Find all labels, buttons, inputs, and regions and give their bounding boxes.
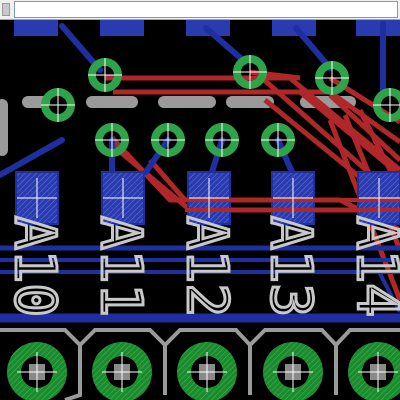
th-pad[interactable] — [348, 342, 400, 400]
pcb-layout-editor: A10 A11 A12 A13 A14 — [0, 0, 400, 400]
trace[interactable] — [0, 137, 65, 178]
toolbar-grip-handle[interactable] — [2, 3, 10, 16]
pad-label: A14 — [344, 216, 400, 317]
pad-label: A12 — [174, 216, 239, 317]
command-bar — [0, 0, 400, 20]
smd-pad[interactable] — [356, 20, 400, 36]
pad-label: A10 — [2, 216, 67, 317]
pad-label: A13 — [258, 216, 323, 317]
command-input[interactable] — [14, 1, 398, 18]
smd-pad[interactable] — [100, 20, 144, 36]
board-canvas[interactable]: A10 A11 A12 A13 A14 — [0, 0, 400, 400]
pad-label: A11 — [88, 216, 153, 317]
smd-pad[interactable] — [14, 20, 58, 36]
silkscreen-labels: A10 A11 A12 A13 A14 — [1, 215, 400, 319]
through-hole-pads — [7, 342, 400, 400]
